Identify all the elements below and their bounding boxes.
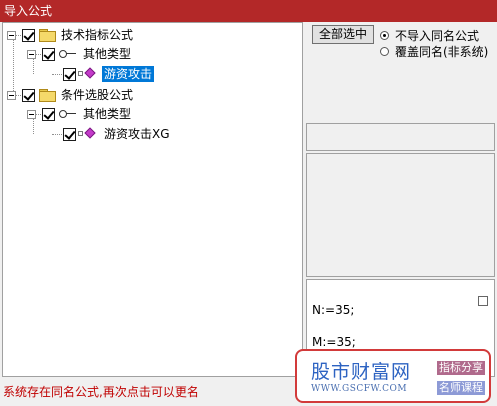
tree-item-youzi[interactable]: 游资攻击 — [52, 66, 155, 82]
radio-skip-label: 不导入同名公式 — [395, 29, 480, 43]
watermark-tag: 指标分享 — [437, 361, 485, 375]
watermark-url: WWW.GSCFW.COM — [311, 384, 408, 394]
collapse-toggle-icon[interactable] — [27, 49, 36, 59]
tree-group-technical[interactable]: 技术指标公式 — [7, 27, 135, 43]
folder-icon — [39, 89, 56, 102]
tree-group-label: 技术指标公式 — [61, 28, 134, 42]
watermark-tag: 名师课程 — [437, 381, 485, 395]
tree-item-label: 游资攻击XG — [104, 127, 170, 141]
window-title: 导入公式 — [0, 0, 497, 22]
key-icon — [59, 49, 77, 59]
tree-item-label-selected[interactable]: 游资攻击 — [102, 66, 155, 82]
tree-subgroup-label: 其他类型 — [83, 47, 132, 61]
radio-overwrite-duplicates[interactable]: 覆盖同名(非系统) — [380, 43, 488, 60]
collapse-toggle-icon[interactable] — [7, 30, 16, 40]
tree-group-screening[interactable]: 条件选股公式 — [7, 87, 135, 103]
radio-skip-duplicates[interactable]: 不导入同名公式 — [380, 27, 479, 44]
status-message: 系统存在同名公式,再次点击可以更名 — [3, 385, 199, 399]
select-all-button[interactable]: 全部选中 — [312, 25, 374, 44]
tree-subgroup-other[interactable]: 其他类型 — [27, 106, 133, 122]
collapse-toggle-icon[interactable] — [27, 109, 36, 119]
code-option-checkbox[interactable] — [478, 296, 488, 306]
radio-unselected-icon[interactable] — [380, 47, 389, 56]
info-panel-top — [306, 123, 495, 151]
tree-item-youzi-xg[interactable]: 游资攻击XG — [52, 126, 172, 142]
radio-selected-icon[interactable] — [380, 31, 389, 40]
info-panel-middle — [306, 153, 495, 277]
item-youzi-checkbox[interactable] — [63, 67, 76, 81]
watermark-logo: 股市财富网 WWW.GSCFW.COM 指标分享 名师课程 — [295, 349, 491, 403]
radio-overwrite-label: 覆盖同名(非系统) — [395, 45, 489, 59]
item-youzi-xg-checkbox[interactable] — [63, 127, 76, 141]
key-icon — [59, 109, 77, 119]
formula-icon — [78, 127, 98, 140]
tree-subgroup-other[interactable]: 其他类型 — [27, 46, 133, 62]
code-line: N:=35; — [312, 303, 355, 317]
tree-line — [13, 35, 14, 95]
group-technical-checkbox[interactable] — [22, 28, 35, 42]
subgroup-other-checkbox[interactable] — [42, 107, 55, 121]
folder-icon — [39, 29, 56, 42]
formula-tree[interactable]: 技术指标公式 其他类型 游资攻击 条件选股公式 其他类型 游资攻击XG — [2, 22, 303, 377]
tree-group-label: 条件选股公式 — [61, 88, 134, 102]
tree-subgroup-label: 其他类型 — [83, 107, 132, 121]
collapse-toggle-icon[interactable] — [7, 90, 16, 100]
watermark-title: 股市财富网 — [311, 361, 412, 383]
subgroup-other-checkbox[interactable] — [42, 47, 55, 61]
group-screening-checkbox[interactable] — [22, 88, 35, 102]
code-line: M:=35; — [312, 335, 356, 349]
formula-icon — [78, 67, 98, 80]
